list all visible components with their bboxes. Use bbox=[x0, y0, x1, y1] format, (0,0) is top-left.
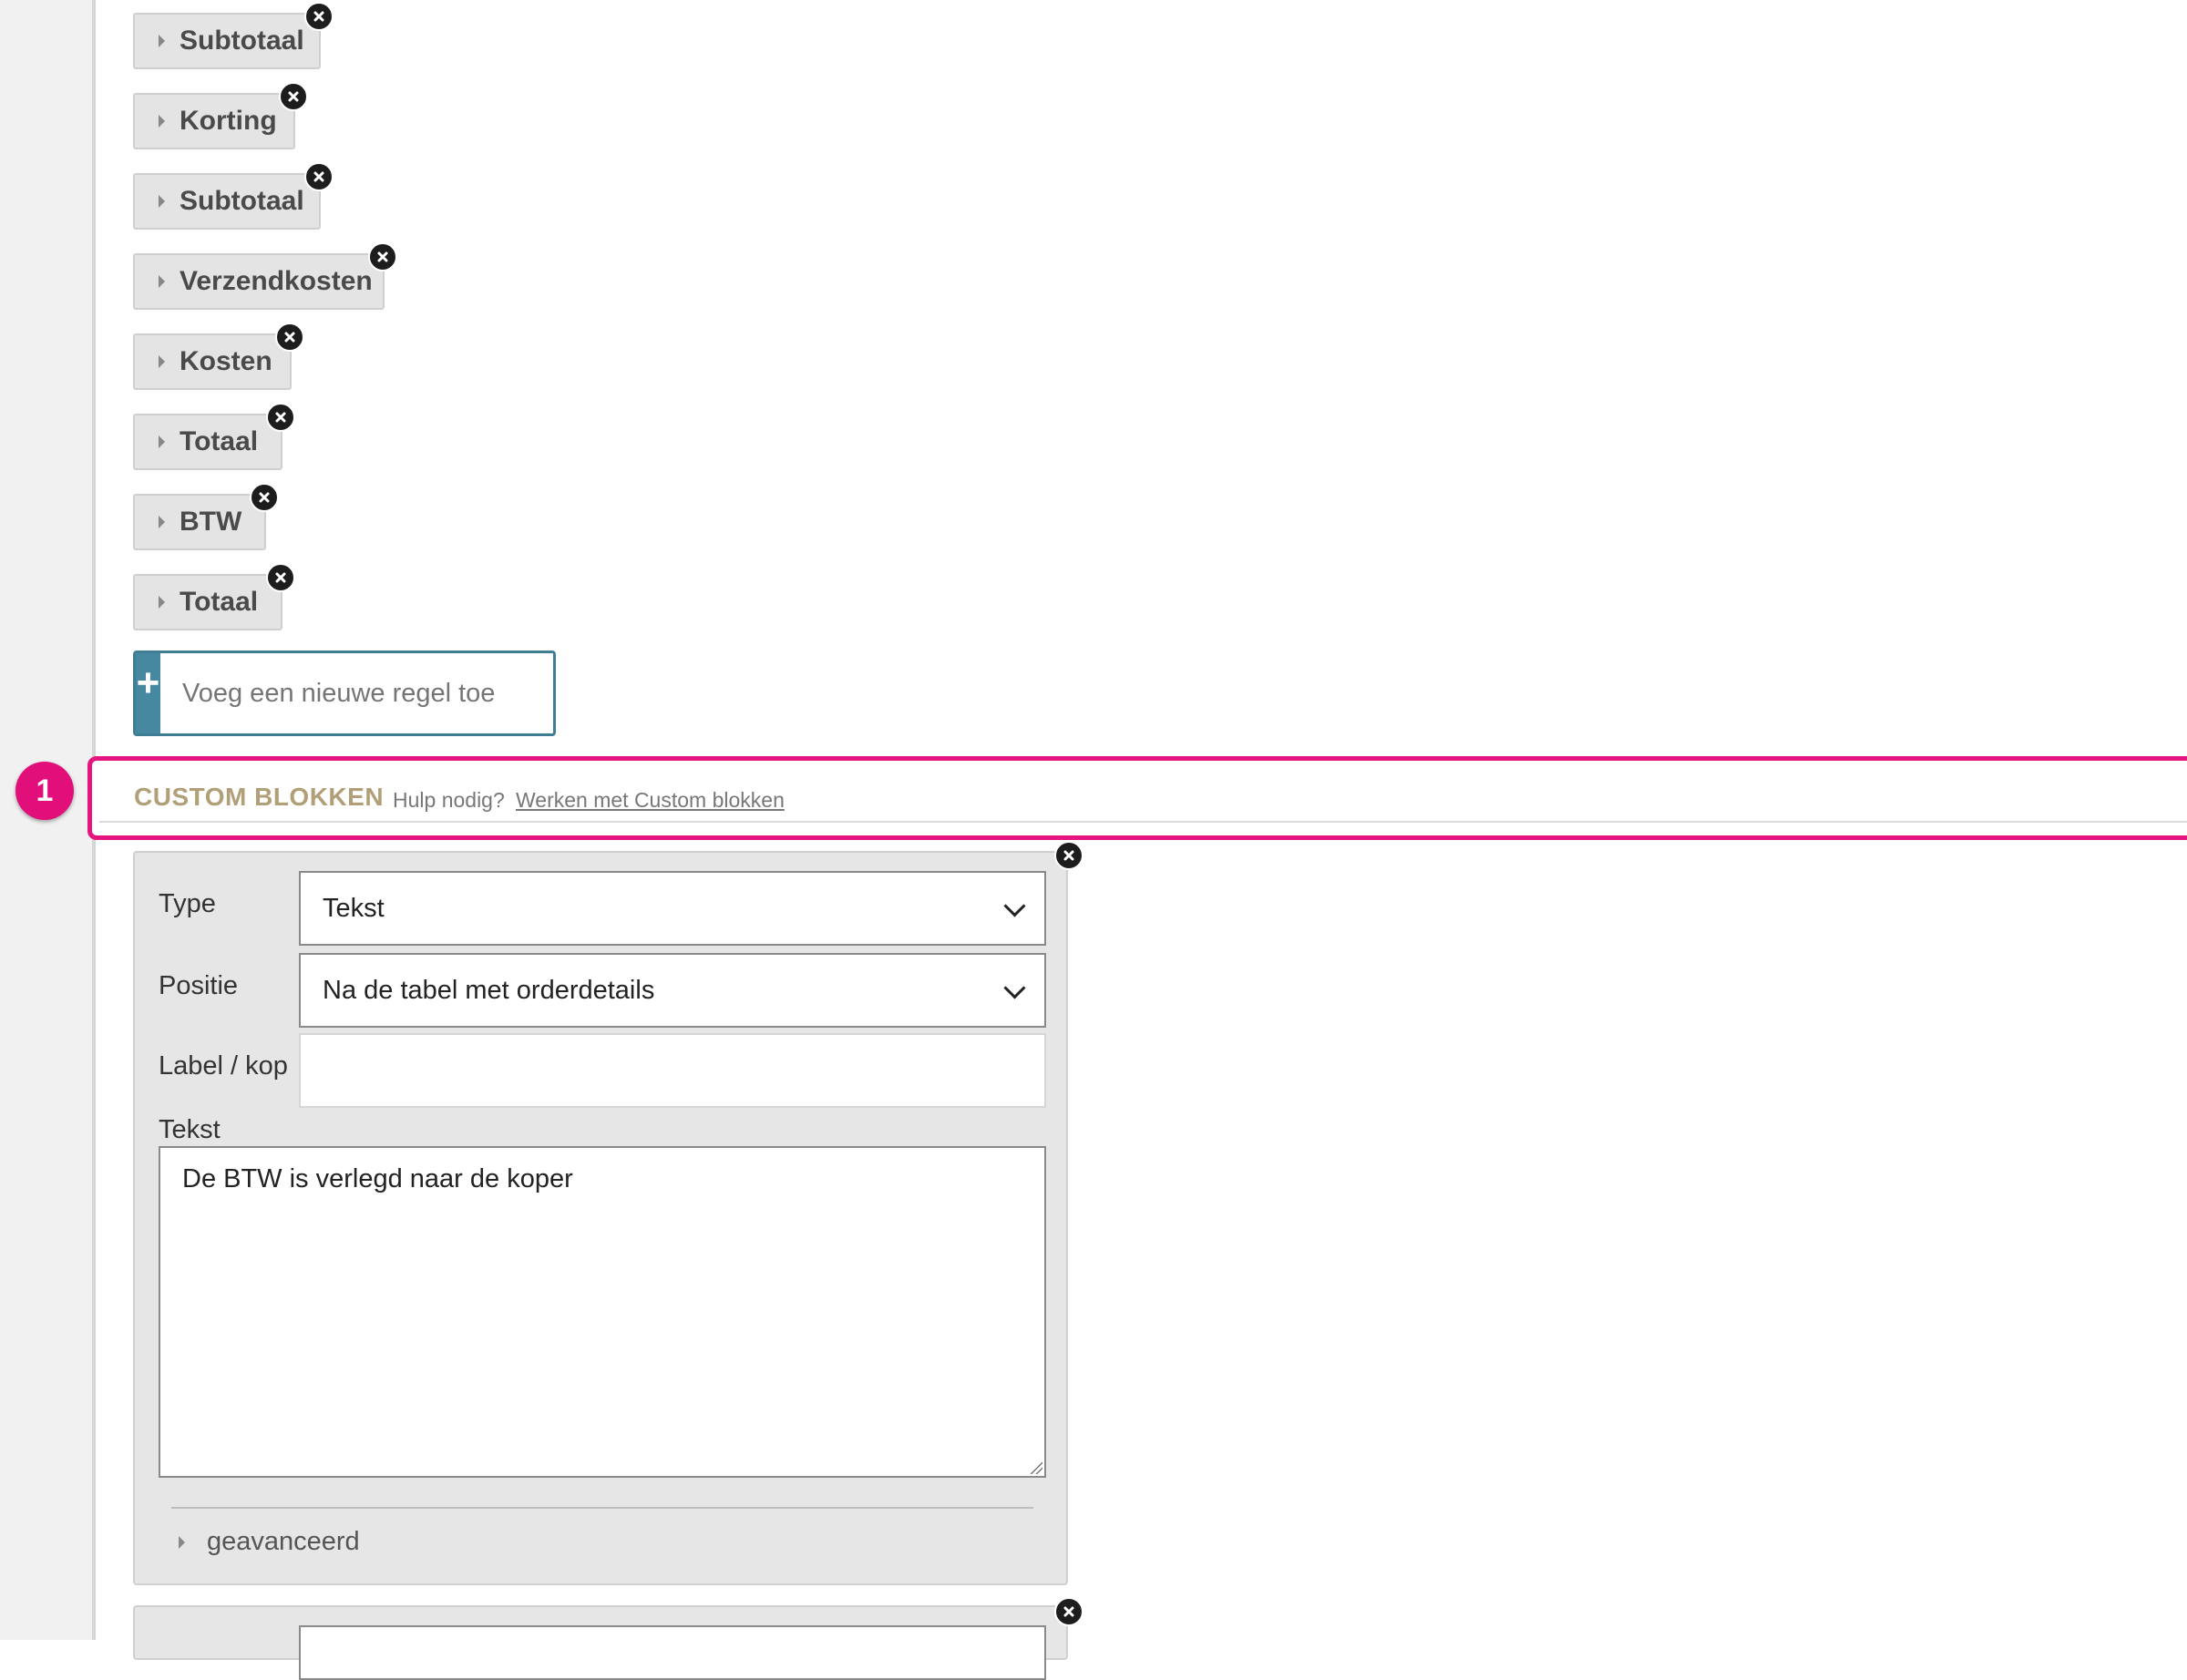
total-label: BTW bbox=[180, 507, 242, 537]
custom-blocks-header: CUSTOM BLOKKEN Hulp nodig? Werken met Cu… bbox=[87, 756, 2187, 840]
remove-row-icon[interactable] bbox=[275, 323, 304, 352]
position-select[interactable]: Na de tabel met orderdetails bbox=[299, 953, 1046, 1028]
caret-right-icon bbox=[179, 1535, 185, 1549]
heading-input[interactable] bbox=[299, 1033, 1046, 1108]
caret-right-icon bbox=[159, 195, 165, 208]
caret-right-icon bbox=[159, 115, 165, 128]
add-total-row[interactable]: + bbox=[133, 650, 556, 736]
caret-right-icon bbox=[159, 275, 165, 288]
total-label: Totaal bbox=[180, 426, 259, 456]
remove-row-icon[interactable] bbox=[304, 162, 334, 191]
remove-row-icon[interactable] bbox=[250, 483, 279, 512]
remove-row-icon[interactable] bbox=[368, 242, 397, 271]
caret-right-icon bbox=[159, 596, 165, 609]
total-chip[interactable]: Korting bbox=[133, 93, 295, 149]
total-chip[interactable]: Subtotaal bbox=[133, 13, 321, 69]
chevron-down-icon bbox=[1003, 977, 1026, 999]
heading-label: Label / kop bbox=[159, 1051, 288, 1081]
text-area-value: De BTW is verlegd naar de koper bbox=[182, 1164, 573, 1193]
resize-grip-icon[interactable] bbox=[1030, 1461, 1042, 1474]
total-label: Subtotaal bbox=[180, 186, 304, 216]
caret-right-icon bbox=[159, 35, 165, 47]
new-row-input[interactable] bbox=[160, 659, 548, 728]
section-title: CUSTOM BLOKKEN bbox=[134, 783, 385, 811]
remove-block-icon[interactable] bbox=[1054, 1597, 1083, 1626]
total-chip[interactable]: BTW bbox=[133, 494, 266, 550]
caret-right-icon bbox=[159, 355, 165, 368]
step-badge: 1 bbox=[15, 762, 74, 820]
position-select-value: Na de tabel met orderdetails bbox=[323, 975, 655, 1005]
total-label: Korting bbox=[180, 106, 277, 136]
total-chip[interactable]: Subtotaal bbox=[133, 173, 321, 230]
remove-row-icon[interactable] bbox=[279, 82, 308, 111]
custom-block-panel-2 bbox=[133, 1605, 1068, 1680]
plus-icon[interactable]: + bbox=[136, 653, 160, 733]
remove-row-icon[interactable] bbox=[304, 2, 334, 31]
type-select-2[interactable] bbox=[299, 1625, 1046, 1680]
remove-block-icon[interactable] bbox=[1054, 841, 1083, 870]
total-label: Kosten bbox=[180, 346, 272, 376]
caret-right-icon bbox=[159, 516, 165, 528]
type-label: Type bbox=[159, 889, 216, 918]
help-text: Hulp nodig? bbox=[393, 788, 505, 812]
remove-row-icon[interactable] bbox=[266, 403, 295, 432]
total-chip[interactable]: Verzendkosten bbox=[133, 253, 385, 310]
left-gutter bbox=[0, 0, 92, 1640]
section-divider bbox=[99, 821, 2187, 823]
total-chip[interactable]: Kosten bbox=[133, 333, 292, 390]
chevron-down-icon bbox=[1003, 895, 1026, 917]
total-chip[interactable]: Totaal bbox=[133, 414, 282, 470]
advanced-divider bbox=[171, 1507, 1033, 1509]
remove-row-icon[interactable] bbox=[266, 563, 295, 592]
text-area[interactable]: De BTW is verlegd naar de koper bbox=[159, 1146, 1046, 1478]
total-label: Verzendkosten bbox=[180, 266, 373, 296]
advanced-toggle[interactable]: geavanceerd bbox=[179, 1527, 360, 1557]
type-select-value: Tekst bbox=[323, 893, 385, 923]
position-label: Positie bbox=[159, 971, 239, 1000]
caret-right-icon bbox=[159, 435, 165, 448]
total-label: Subtotaal bbox=[180, 26, 304, 56]
help-link[interactable]: Werken met Custom blokken bbox=[516, 788, 785, 813]
advanced-label: geavanceerd bbox=[207, 1527, 360, 1556]
text-label: Tekst bbox=[159, 1115, 221, 1144]
type-select[interactable]: Tekst bbox=[299, 871, 1046, 946]
custom-block-panel: Type Tekst Positie Na de tabel met order… bbox=[133, 851, 1068, 1585]
total-chip[interactable]: Totaal bbox=[133, 574, 282, 630]
total-label: Totaal bbox=[180, 587, 259, 617]
